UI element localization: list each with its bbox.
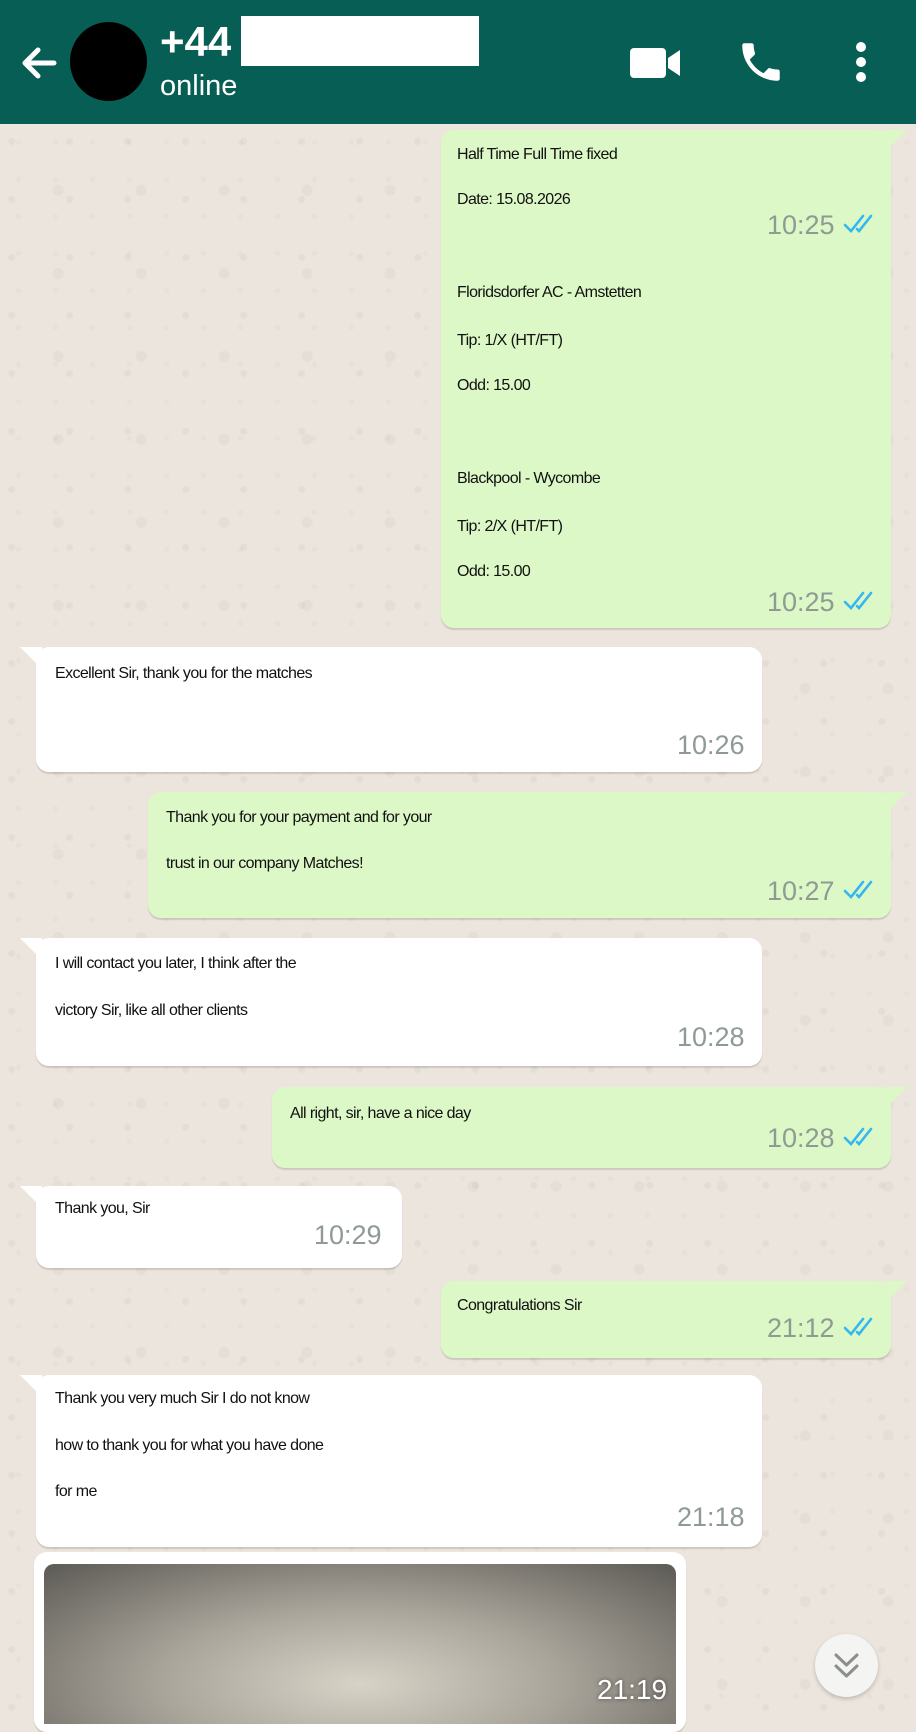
message-time: 10:29 bbox=[314, 1220, 382, 1250]
avatar[interactable] bbox=[70, 22, 147, 101]
message-time: 10:27 bbox=[767, 876, 835, 906]
contact-name[interactable]: +44 bbox=[160, 18, 231, 66]
video-call-icon bbox=[630, 48, 680, 78]
chat-header: +44 online bbox=[0, 0, 916, 124]
bubble-tail bbox=[885, 792, 907, 814]
message-line: trust in our company Matches! bbox=[166, 855, 364, 872]
bubble-tail bbox=[885, 130, 907, 152]
message-line: Thank you, Sir bbox=[55, 1200, 150, 1217]
bubble-tail bbox=[20, 647, 42, 669]
message-time: 10:25 bbox=[767, 587, 835, 617]
bubble-tail bbox=[20, 938, 42, 960]
redacted-number bbox=[241, 16, 479, 66]
message-time: 21:19 bbox=[597, 1674, 668, 1705]
bubble-tail bbox=[885, 1087, 907, 1109]
message-line: Floridsdorfer AC - Amstetten bbox=[457, 284, 642, 301]
message-line: I will contact you later, I think after … bbox=[55, 955, 297, 972]
bubble-tail bbox=[885, 1281, 907, 1303]
read-receipt-icon bbox=[843, 1127, 873, 1146]
bubble-tail bbox=[20, 1375, 42, 1397]
message-line: Tip: 1/X (HT/FT) bbox=[457, 332, 563, 349]
message-line: Thank you very much Sir I do not know bbox=[55, 1390, 310, 1407]
voice-call-button[interactable] bbox=[736, 36, 786, 88]
contact-status: online bbox=[160, 70, 238, 102]
back-arrow-icon bbox=[22, 47, 57, 79]
message-line: Odd: 15.00 bbox=[457, 563, 531, 580]
message-time: 10:28 bbox=[677, 1022, 745, 1052]
message-time: 21:18 bbox=[677, 1502, 745, 1532]
message-time: 21:12 bbox=[767, 1313, 835, 1343]
video-call-button[interactable] bbox=[626, 38, 684, 88]
message-line: Excellent Sir, thank you for the matches bbox=[55, 665, 313, 682]
phone-icon bbox=[742, 43, 780, 81]
read-receipt-icon bbox=[843, 1317, 873, 1336]
message-line: for me bbox=[55, 1483, 97, 1500]
image-thumbnail[interactable] bbox=[44, 1564, 676, 1724]
message-line: Thank you for your payment and for your bbox=[166, 809, 432, 826]
message-time: 10:25 bbox=[767, 210, 835, 240]
message-time: 10:28 bbox=[767, 1123, 835, 1153]
message-time: 10:26 bbox=[677, 730, 745, 760]
scroll-to-bottom-button[interactable] bbox=[815, 1634, 878, 1697]
message-line: how to thank you for what you have done bbox=[55, 1437, 324, 1454]
more-options-button[interactable] bbox=[846, 38, 876, 86]
bubble-tail bbox=[20, 1186, 42, 1208]
more-vert-icon bbox=[856, 42, 866, 82]
message-line: Odd: 15.00 bbox=[457, 377, 531, 394]
message-line: All right, sir, have a nice day bbox=[290, 1105, 471, 1122]
read-receipt-icon bbox=[843, 880, 873, 899]
message-line: Date: 15.08.2026 bbox=[457, 191, 571, 208]
read-receipt-icon bbox=[843, 214, 873, 233]
message-line: Blackpool - Wycombe bbox=[457, 470, 601, 487]
message-line: Congratulations Sir bbox=[457, 1297, 582, 1314]
read-receipt-icon bbox=[843, 591, 873, 610]
message-line: victory Sir, like all other clients bbox=[55, 1002, 248, 1019]
back-button[interactable] bbox=[14, 38, 64, 88]
message-line: Tip: 2/X (HT/FT) bbox=[457, 518, 563, 535]
double-chevron-down-icon bbox=[834, 1653, 859, 1678]
message-line: Half Time Full Time fixed bbox=[457, 146, 618, 163]
